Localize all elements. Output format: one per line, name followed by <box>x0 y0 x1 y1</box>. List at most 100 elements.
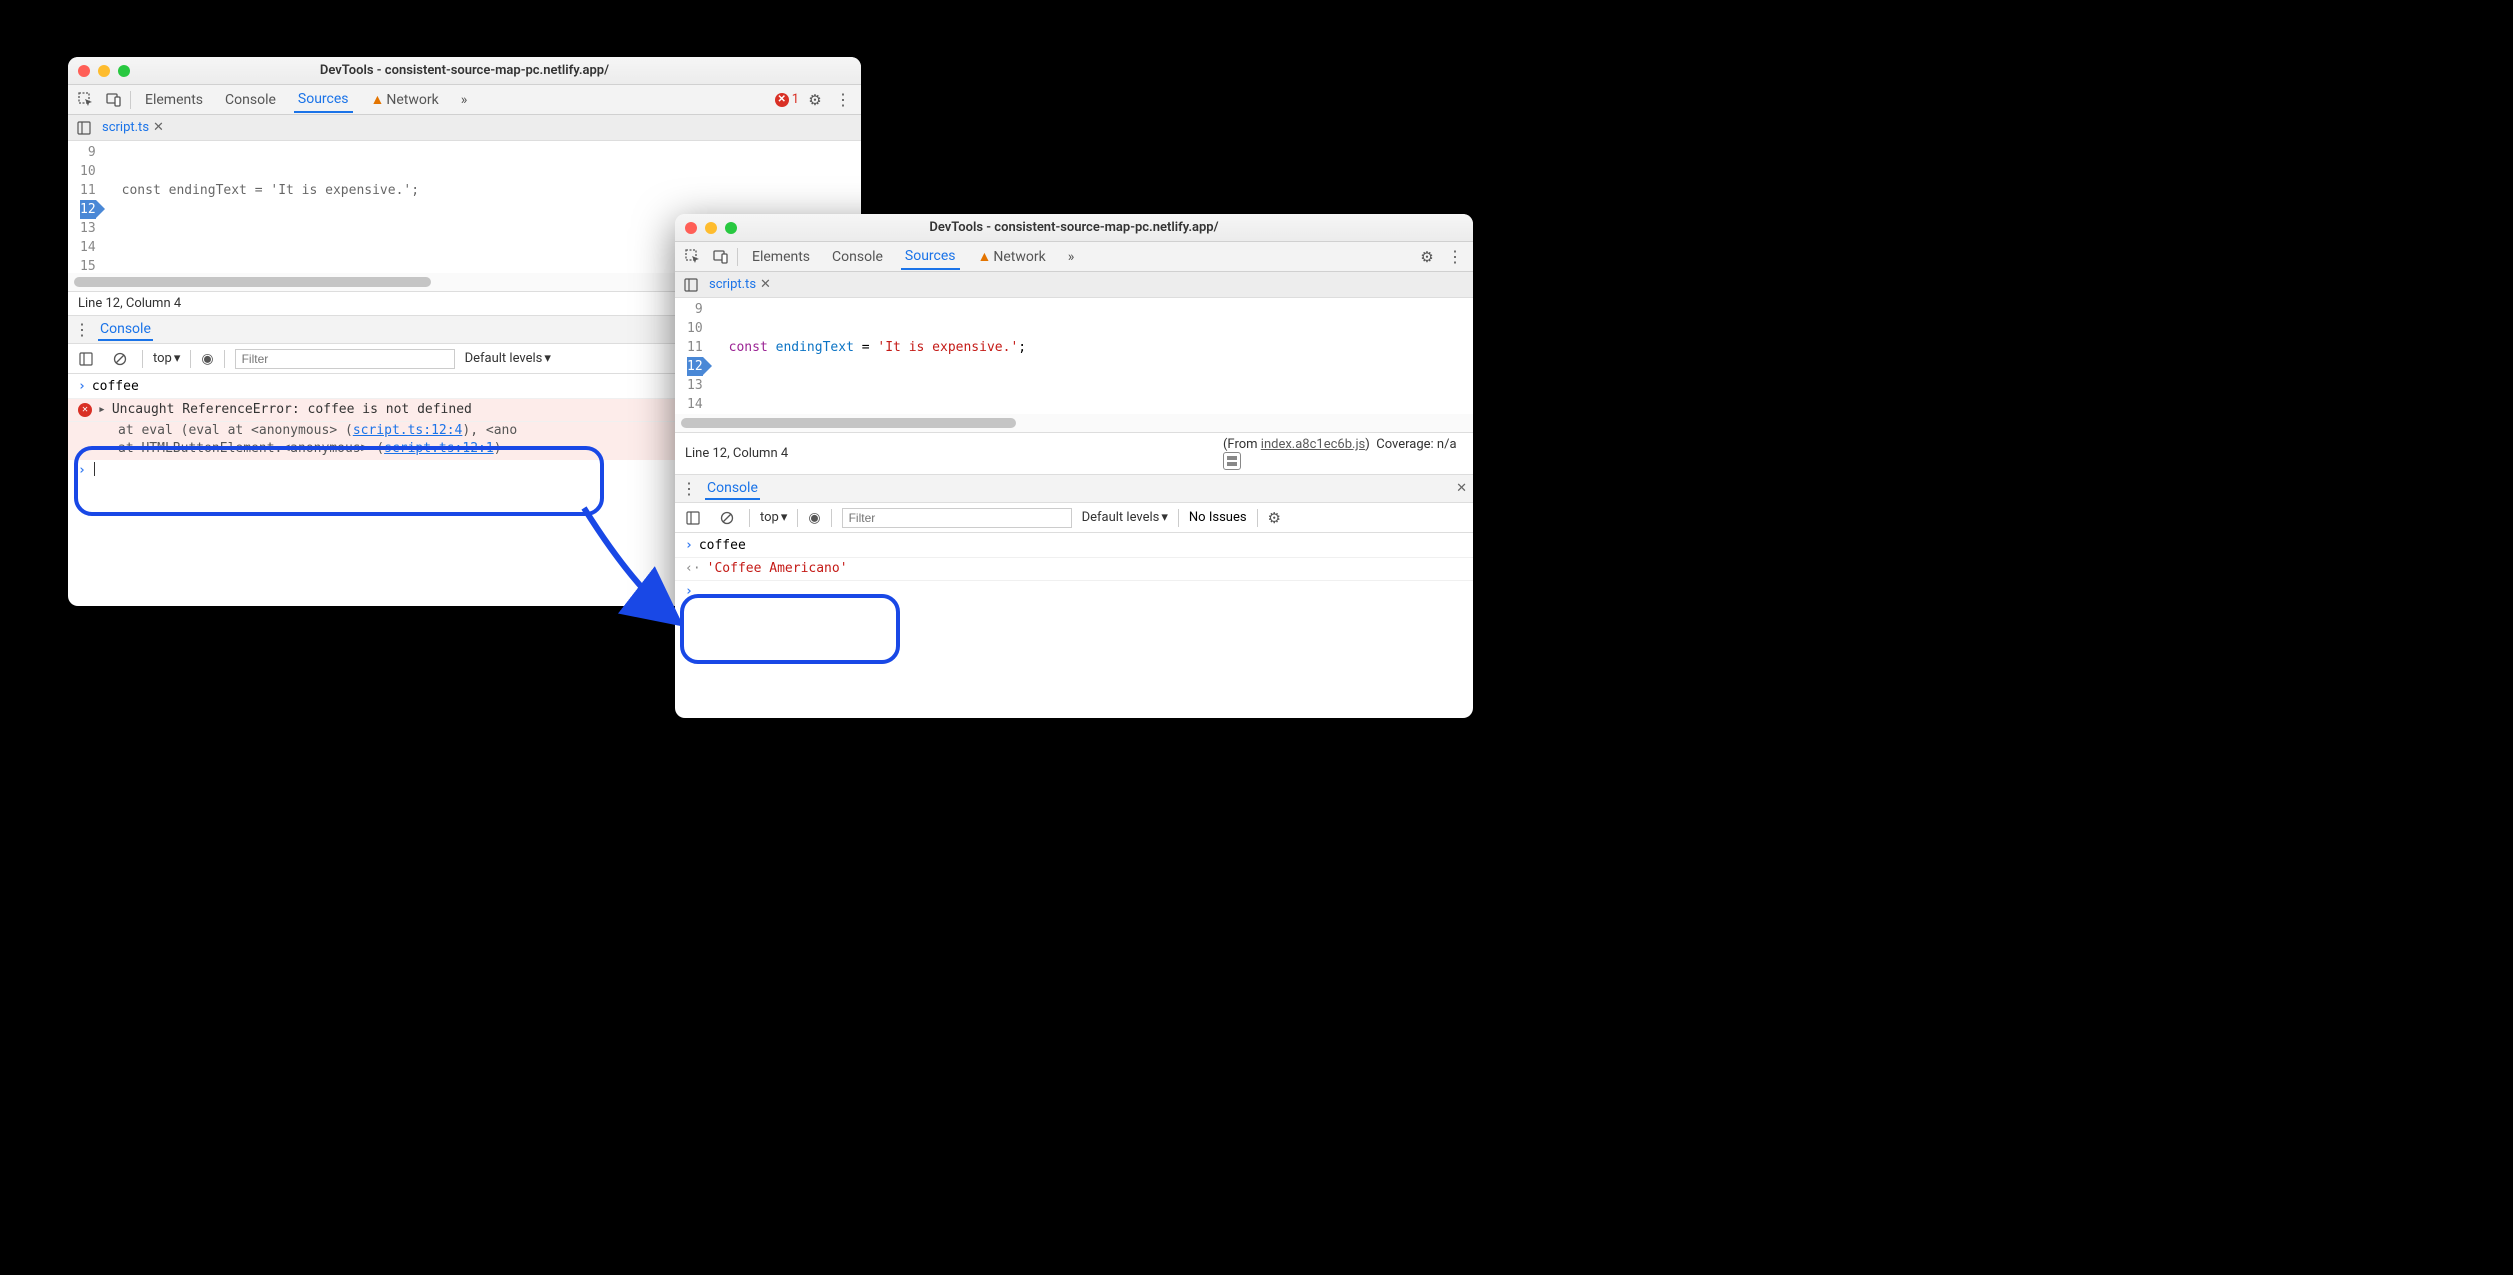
warning-icon: ▲ <box>371 92 385 108</box>
console-prompt-row[interactable]: › <box>675 581 1473 603</box>
minimize-window-button[interactable] <box>98 65 110 77</box>
file-tab-label: script.ts <box>102 120 149 135</box>
console-sidebar-toggle-icon[interactable] <box>681 506 705 530</box>
close-drawer-icon[interactable]: ✕ <box>1456 481 1467 496</box>
clear-console-icon[interactable] <box>715 506 739 530</box>
input-chevron-icon: › <box>685 537 693 555</box>
console-result-text: 'Coffee Americano' <box>707 560 848 578</box>
cursor-position: Line 12, Column 4 <box>685 446 788 461</box>
horizontal-scrollbar[interactable] <box>74 277 431 287</box>
input-chevron-icon: › <box>78 462 86 480</box>
close-tab-icon[interactable]: ✕ <box>153 120 164 135</box>
separator <box>190 350 191 368</box>
minimize-window-button[interactable] <box>705 222 717 234</box>
chevron-down-icon: ▾ <box>544 351 551 366</box>
device-toolbar-icon[interactable] <box>102 88 126 112</box>
sourcemap-link[interactable]: index.a8c1ec6b.js <box>1261 437 1365 452</box>
file-tab-bar: script.ts ✕ <box>68 115 861 141</box>
chevron-down-icon: ▾ <box>1161 510 1168 525</box>
file-tab-script-ts[interactable]: script.ts ✕ <box>102 120 164 135</box>
source-editor[interactable]: 9 10 11 12 13 14 const endingText = 'It … <box>675 298 1473 414</box>
devtools-window-after: DevTools - consistent-source-map-pc.netl… <box>675 214 1473 718</box>
code-line-9: const endingText = 'It is expensive.'; <box>122 183 419 198</box>
context-selector[interactable]: top ▾ <box>760 510 787 525</box>
input-chevron-icon: › <box>78 378 86 396</box>
close-window-button[interactable] <box>685 222 697 234</box>
stack-link[interactable]: script.ts:12:1 <box>384 441 494 456</box>
separator <box>797 509 798 527</box>
separator <box>224 350 225 368</box>
warning-icon: ▲ <box>978 249 992 265</box>
tab-network-label: Network <box>993 249 1045 265</box>
file-tab-script-ts[interactable]: script.ts ✕ <box>709 277 771 292</box>
main-toolbar: Elements Console Sources ▲Network » ⚙ ⋮ <box>675 242 1473 272</box>
issues-label[interactable]: No Issues <box>1189 510 1247 525</box>
separator <box>749 509 750 527</box>
tab-network[interactable]: ▲Network <box>367 87 443 112</box>
console-input-text: coffee <box>699 537 746 555</box>
console-result-row: ‹· 'Coffee Americano' <box>675 558 1473 581</box>
input-chevron-icon: › <box>685 583 693 601</box>
navigator-toggle-icon[interactable] <box>679 273 703 297</box>
navigator-toggle-icon[interactable] <box>72 116 96 140</box>
tab-elements[interactable]: Elements <box>141 88 207 112</box>
error-count-badge[interactable]: ✕ 1 <box>775 92 799 107</box>
output-chevron-icon: ‹· <box>685 560 701 578</box>
tab-elements[interactable]: Elements <box>748 245 814 269</box>
console-filter-input[interactable] <box>235 349 455 369</box>
settings-icon[interactable]: ⚙ <box>1415 245 1439 269</box>
close-tab-icon[interactable]: ✕ <box>760 277 771 292</box>
more-tabs-icon[interactable]: » <box>1064 245 1079 269</box>
console-settings-icon[interactable]: ⚙ <box>1268 509 1281 527</box>
separator <box>1178 509 1179 527</box>
line-gutter: 9 10 11 12 13 14 15 <box>68 141 106 273</box>
console-drawer-tab[interactable]: Console <box>98 319 153 341</box>
clear-console-icon[interactable] <box>108 347 132 371</box>
window-title: DevTools - consistent-source-map-pc.netl… <box>68 63 861 78</box>
console-drawer-tab[interactable]: Console <box>705 478 760 500</box>
drawer-menu-icon[interactable]: ⋮ <box>74 320 90 339</box>
console-output[interactable]: › coffee ‹· 'Coffee Americano' › <box>675 533 1473 605</box>
log-levels-selector[interactable]: Default levels ▾ <box>465 351 551 366</box>
main-toolbar: Elements Console Sources ▲Network » ✕ 1 … <box>68 85 861 115</box>
live-expression-icon[interactable]: ◉ <box>808 510 820 526</box>
tab-network-label: Network <box>386 92 438 108</box>
file-tab-bar: script.ts ✕ <box>675 272 1473 298</box>
kebab-menu-icon[interactable]: ⋮ <box>1443 245 1467 269</box>
drawer-menu-icon[interactable]: ⋮ <box>681 479 697 498</box>
error-icon: ✕ <box>78 403 92 417</box>
log-levels-selector[interactable]: Default levels ▾ <box>1082 510 1168 525</box>
inspect-element-icon[interactable] <box>74 88 98 112</box>
kebab-menu-icon[interactable]: ⋮ <box>831 88 855 112</box>
titlebar: DevTools - consistent-source-map-pc.netl… <box>68 57 861 85</box>
close-window-button[interactable] <box>78 65 90 77</box>
settings-icon[interactable]: ⚙ <box>803 88 827 112</box>
tab-console[interactable]: Console <box>221 88 280 112</box>
console-input-row: › coffee <box>675 535 1473 558</box>
coverage-toggle-icon[interactable] <box>1223 452 1241 470</box>
console-input-text: coffee <box>92 378 139 396</box>
separator <box>737 248 738 266</box>
horizontal-scrollbar[interactable] <box>681 418 1016 428</box>
file-tab-label: script.ts <box>709 277 756 292</box>
zoom-window-button[interactable] <box>118 65 130 77</box>
tab-network[interactable]: ▲Network <box>974 244 1050 269</box>
live-expression-icon[interactable]: ◉ <box>201 351 213 367</box>
console-filter-input[interactable] <box>842 508 1072 528</box>
console-sidebar-toggle-icon[interactable] <box>74 347 98 371</box>
separator <box>831 509 832 527</box>
line-gutter: 9 10 11 12 13 14 <box>675 298 713 414</box>
stack-link[interactable]: script.ts:12:4 <box>353 423 463 438</box>
more-tabs-icon[interactable]: » <box>457 88 472 112</box>
separator <box>130 91 131 109</box>
context-selector[interactable]: top ▾ <box>153 351 180 366</box>
device-toolbar-icon[interactable] <box>709 245 733 269</box>
code-area[interactable]: const endingText = 'It is expensive.'; c… <box>713 298 1473 414</box>
titlebar: DevTools - consistent-source-map-pc.netl… <box>675 214 1473 242</box>
tab-console[interactable]: Console <box>828 245 887 269</box>
inspect-element-icon[interactable] <box>681 245 705 269</box>
expand-error-icon[interactable]: ▸ <box>98 401 106 419</box>
tab-sources[interactable]: Sources <box>901 244 960 270</box>
tab-sources[interactable]: Sources <box>294 87 353 113</box>
zoom-window-button[interactable] <box>725 222 737 234</box>
